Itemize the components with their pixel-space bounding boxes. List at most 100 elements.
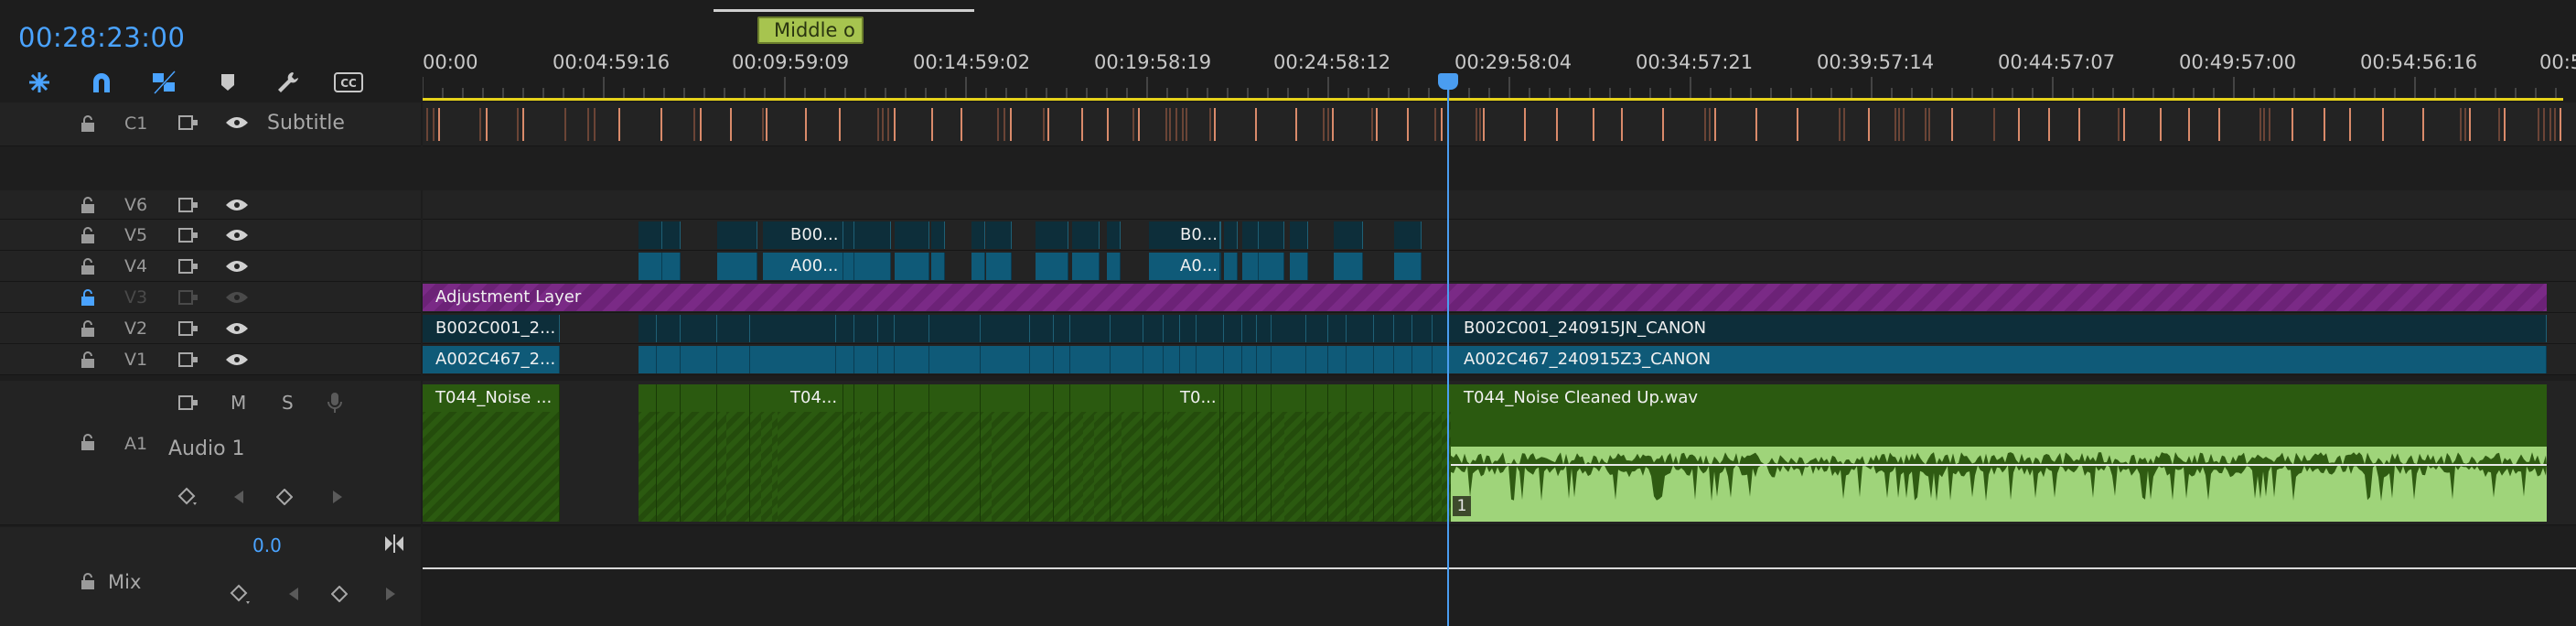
clip-v1[interactable] [681,346,717,373]
clip-v2[interactable] [1224,315,1242,342]
audio-clip[interactable] [726,384,750,522]
clip-v4[interactable] [931,253,945,280]
clip-v2[interactable] [1180,315,1197,342]
previous-keyframe-icon[interactable] [287,586,300,602]
clip-v5[interactable] [1394,221,1422,249]
clip-v1[interactable] [1164,346,1180,373]
clip-v2[interactable] [836,315,854,342]
track-header-c1[interactable]: C1 Subtitle [0,103,421,146]
clip-v4[interactable] [717,253,731,280]
audio-clip[interactable] [1242,384,1257,522]
lock-icon[interactable] [80,227,95,243]
clip-v2[interactable] [878,315,895,342]
eye-icon[interactable] [225,321,249,336]
clip-v2[interactable] [1347,315,1360,342]
clip-v2[interactable] [895,315,929,342]
audio-clip[interactable] [1143,384,1164,522]
sync-lock-icon[interactable] [177,257,199,275]
audio-clip[interactable] [929,384,981,522]
clip-v2[interactable] [1054,315,1070,342]
lane-v6[interactable] [423,190,2576,220]
clip-v2[interactable] [657,315,681,342]
clip-v1[interactable] [1197,346,1210,373]
mute-button[interactable]: M [231,392,246,414]
clip-v5[interactable] [895,221,929,249]
clip-v1[interactable] [1374,346,1394,373]
sync-lock-icon[interactable] [177,226,199,244]
lane-mix[interactable] [423,527,2576,626]
eye-icon[interactable] [225,115,249,130]
clip-v4[interactable] [1036,253,1068,280]
lane-v4[interactable]: A00... A0... [423,251,2576,282]
clip-v4[interactable] [1259,253,1284,280]
microphone-icon[interactable] [327,392,342,414]
audio-clip[interactable] [1272,384,1285,522]
clip-v4[interactable] [639,253,662,280]
clip-v2[interactable] [681,315,717,342]
clip-v1[interactable] [878,346,895,373]
keyframe-interpolation-icon[interactable] [229,584,252,606]
next-keyframe-icon[interactable] [331,489,344,505]
previous-keyframe-icon[interactable] [232,489,245,505]
clip-v1[interactable] [1054,346,1070,373]
adjustment-layer-clip[interactable]: Adjustment Layer [423,284,2547,311]
audio-clip[interactable]: T044_Noise ... [423,384,560,522]
magnet-icon[interactable] [86,68,117,97]
clip-v1[interactable] [1143,346,1164,373]
audio-clip[interactable] [1412,384,1433,522]
sync-lock-icon[interactable] [177,113,199,132]
clip-v2[interactable] [1328,315,1347,342]
lane-c1[interactable] [423,103,2576,146]
cc-icon[interactable]: CC [333,68,364,97]
clip-v2[interactable] [1359,315,1374,342]
clip-v5[interactable] [986,221,1012,249]
audio-clip[interactable] [1030,384,1054,522]
wrench-icon[interactable] [273,68,304,97]
clip-v2[interactable] [1094,315,1111,342]
audio-clip[interactable] [657,384,681,522]
eye-icon[interactable] [225,228,249,243]
clip-v4[interactable] [1107,253,1121,280]
clip-v5[interactable] [662,221,681,249]
track-header-v4[interactable]: V4 [0,251,421,282]
clip-v1[interactable] [1394,346,1412,373]
clip-v5[interactable]: B00... [778,221,843,249]
eye-icon[interactable] [225,290,249,305]
clip-v1[interactable] [1284,346,1306,373]
clip-v4[interactable] [1224,253,1238,280]
audio-clip[interactable] [1394,384,1412,522]
audio-clip[interactable] [860,384,878,522]
clip-v1[interactable] [1094,346,1111,373]
clip-v4[interactable] [730,253,757,280]
marker-label[interactable]: Middle o [757,16,864,44]
snap-icon[interactable] [24,68,55,97]
clip-v1[interactable] [783,346,836,373]
clip-v5[interactable] [1107,221,1121,249]
clip-v5[interactable] [1341,221,1363,249]
clip-v1[interactable]: A002C467_240915Z3_CANON [1451,346,2547,373]
clip-v5[interactable] [639,221,662,249]
clip-v2[interactable] [929,315,981,342]
clip-v5[interactable] [1224,221,1238,249]
lane-v2[interactable]: B002C001_2... B002C001_240915JN_CANON [423,313,2576,344]
audio-clip[interactable] [1359,384,1374,522]
clip-v4[interactable] [854,253,891,280]
clip-v5[interactable] [854,221,891,249]
lock-icon[interactable] [80,434,95,450]
clip-v2[interactable] [726,315,750,342]
add-keyframe-icon[interactable] [276,489,293,505]
eye-icon[interactable] [225,352,249,367]
track-header-v2[interactable]: V2 [0,313,421,344]
clip-v5[interactable] [1290,221,1308,249]
audio-clip[interactable] [681,384,717,522]
clip-v1[interactable] [929,346,981,373]
lock-icon[interactable] [80,115,95,132]
audio-clip[interactable]: T0... [1167,384,1220,522]
lock-icon[interactable] [80,573,95,589]
expand-track-icon[interactable] [384,534,404,553]
clip-v4[interactable]: A0... [1167,253,1220,280]
clip-v1[interactable] [992,346,1030,373]
clip-v2[interactable] [1143,315,1164,342]
clip-v2[interactable]: B002C001_240915JN_CANON [1451,315,2547,342]
track-header-v3[interactable]: V3 [0,282,421,313]
